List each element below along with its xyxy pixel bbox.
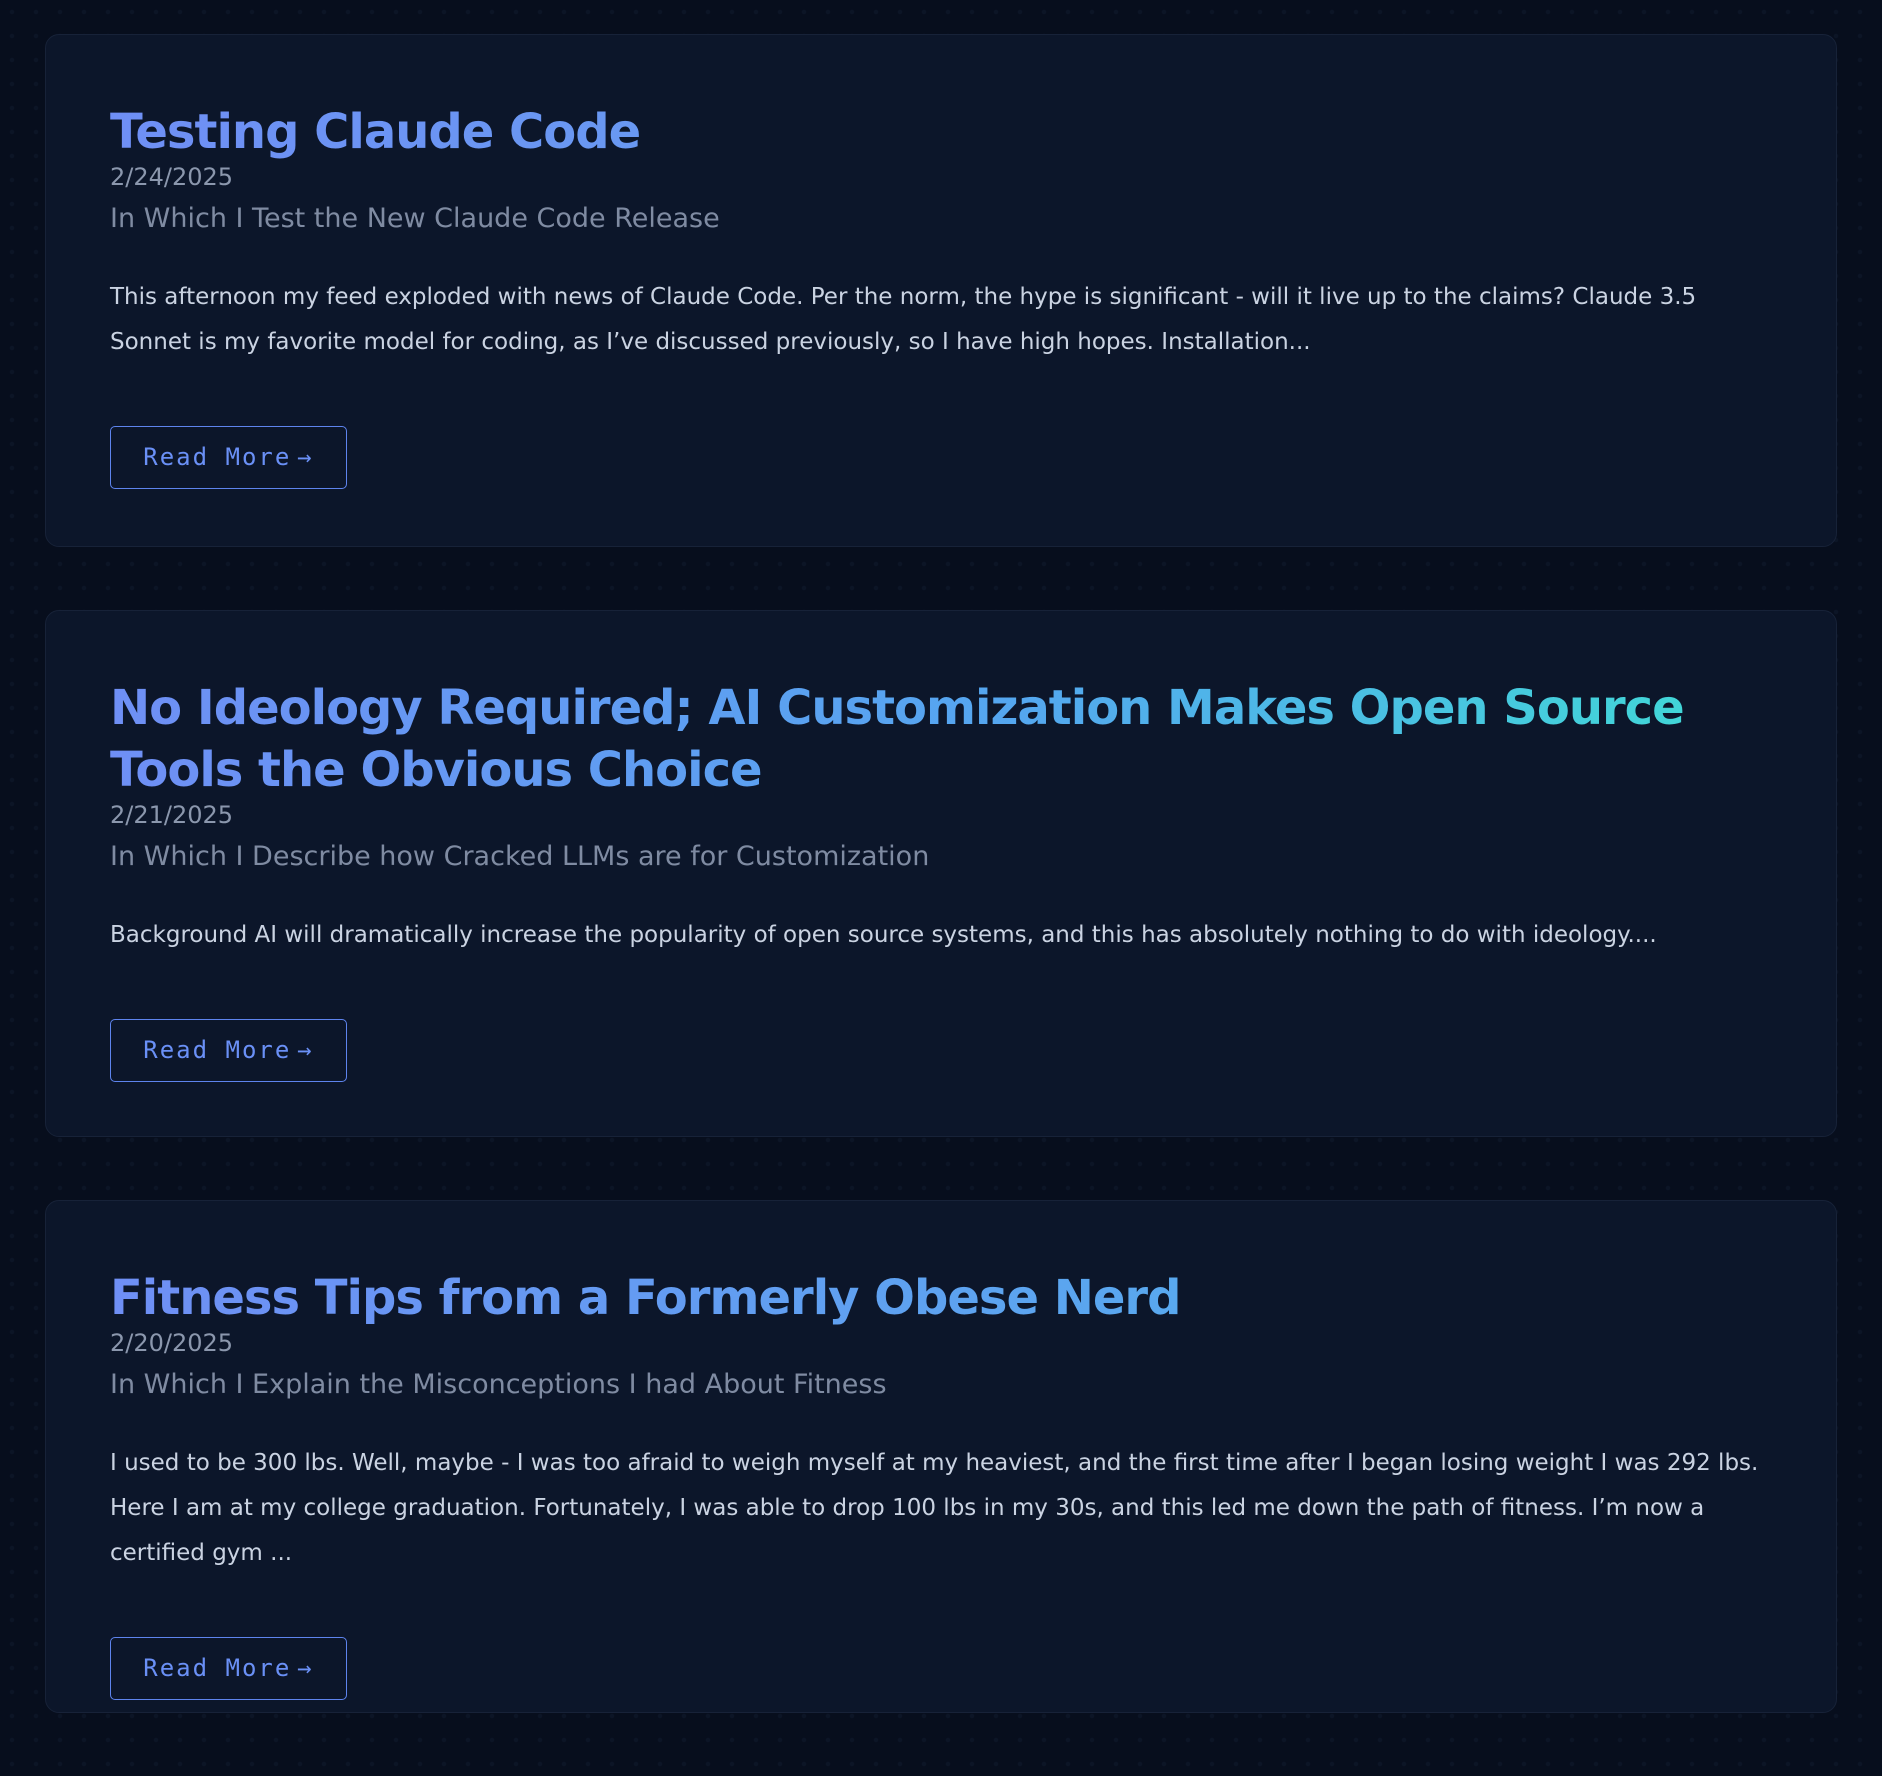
post-title[interactable]: Testing Claude Code [110, 101, 1772, 163]
post-excerpt: I used to be 300 lbs. Well, maybe - I wa… [110, 1450, 1759, 1566]
post-date: 2/24/2025 [110, 163, 234, 191]
post-title[interactable]: No Ideology Required; AI Customization M… [110, 677, 1772, 801]
read-more-label: Read More [143, 1036, 292, 1064]
post-subtitle: In Which I Explain the Misconceptions I … [110, 1369, 887, 1400]
post-excerpt: This afternoon my feed exploded with new… [110, 284, 1697, 355]
arrow-right-icon: → [297, 1654, 314, 1682]
post-date: 2/21/2025 [110, 801, 234, 829]
arrow-right-icon: → [297, 443, 314, 471]
arrow-right-icon: → [297, 1036, 314, 1064]
post-title[interactable]: Fitness Tips from a Formerly Obese Nerd [110, 1267, 1772, 1329]
read-more-label: Read More [143, 1654, 292, 1682]
post-card: Testing Claude Code 2/24/2025 In Which I… [45, 34, 1837, 547]
post-subtitle: In Which I Test the New Claude Code Rele… [110, 203, 720, 234]
read-more-button[interactable]: Read More → [110, 1637, 347, 1700]
post-excerpt: Background AI will dramatically increase… [110, 922, 1657, 948]
post-subtitle: In Which I Describe how Cracked LLMs are… [110, 841, 930, 872]
read-more-label: Read More [143, 443, 292, 471]
post-date: 2/20/2025 [110, 1329, 234, 1357]
post-list: Testing Claude Code 2/24/2025 In Which I… [45, 34, 1837, 1776]
read-more-button[interactable]: Read More → [110, 426, 347, 489]
post-card: Fitness Tips from a Formerly Obese Nerd … [45, 1200, 1837, 1713]
read-more-button[interactable]: Read More → [110, 1019, 347, 1082]
post-card: No Ideology Required; AI Customization M… [45, 610, 1837, 1137]
